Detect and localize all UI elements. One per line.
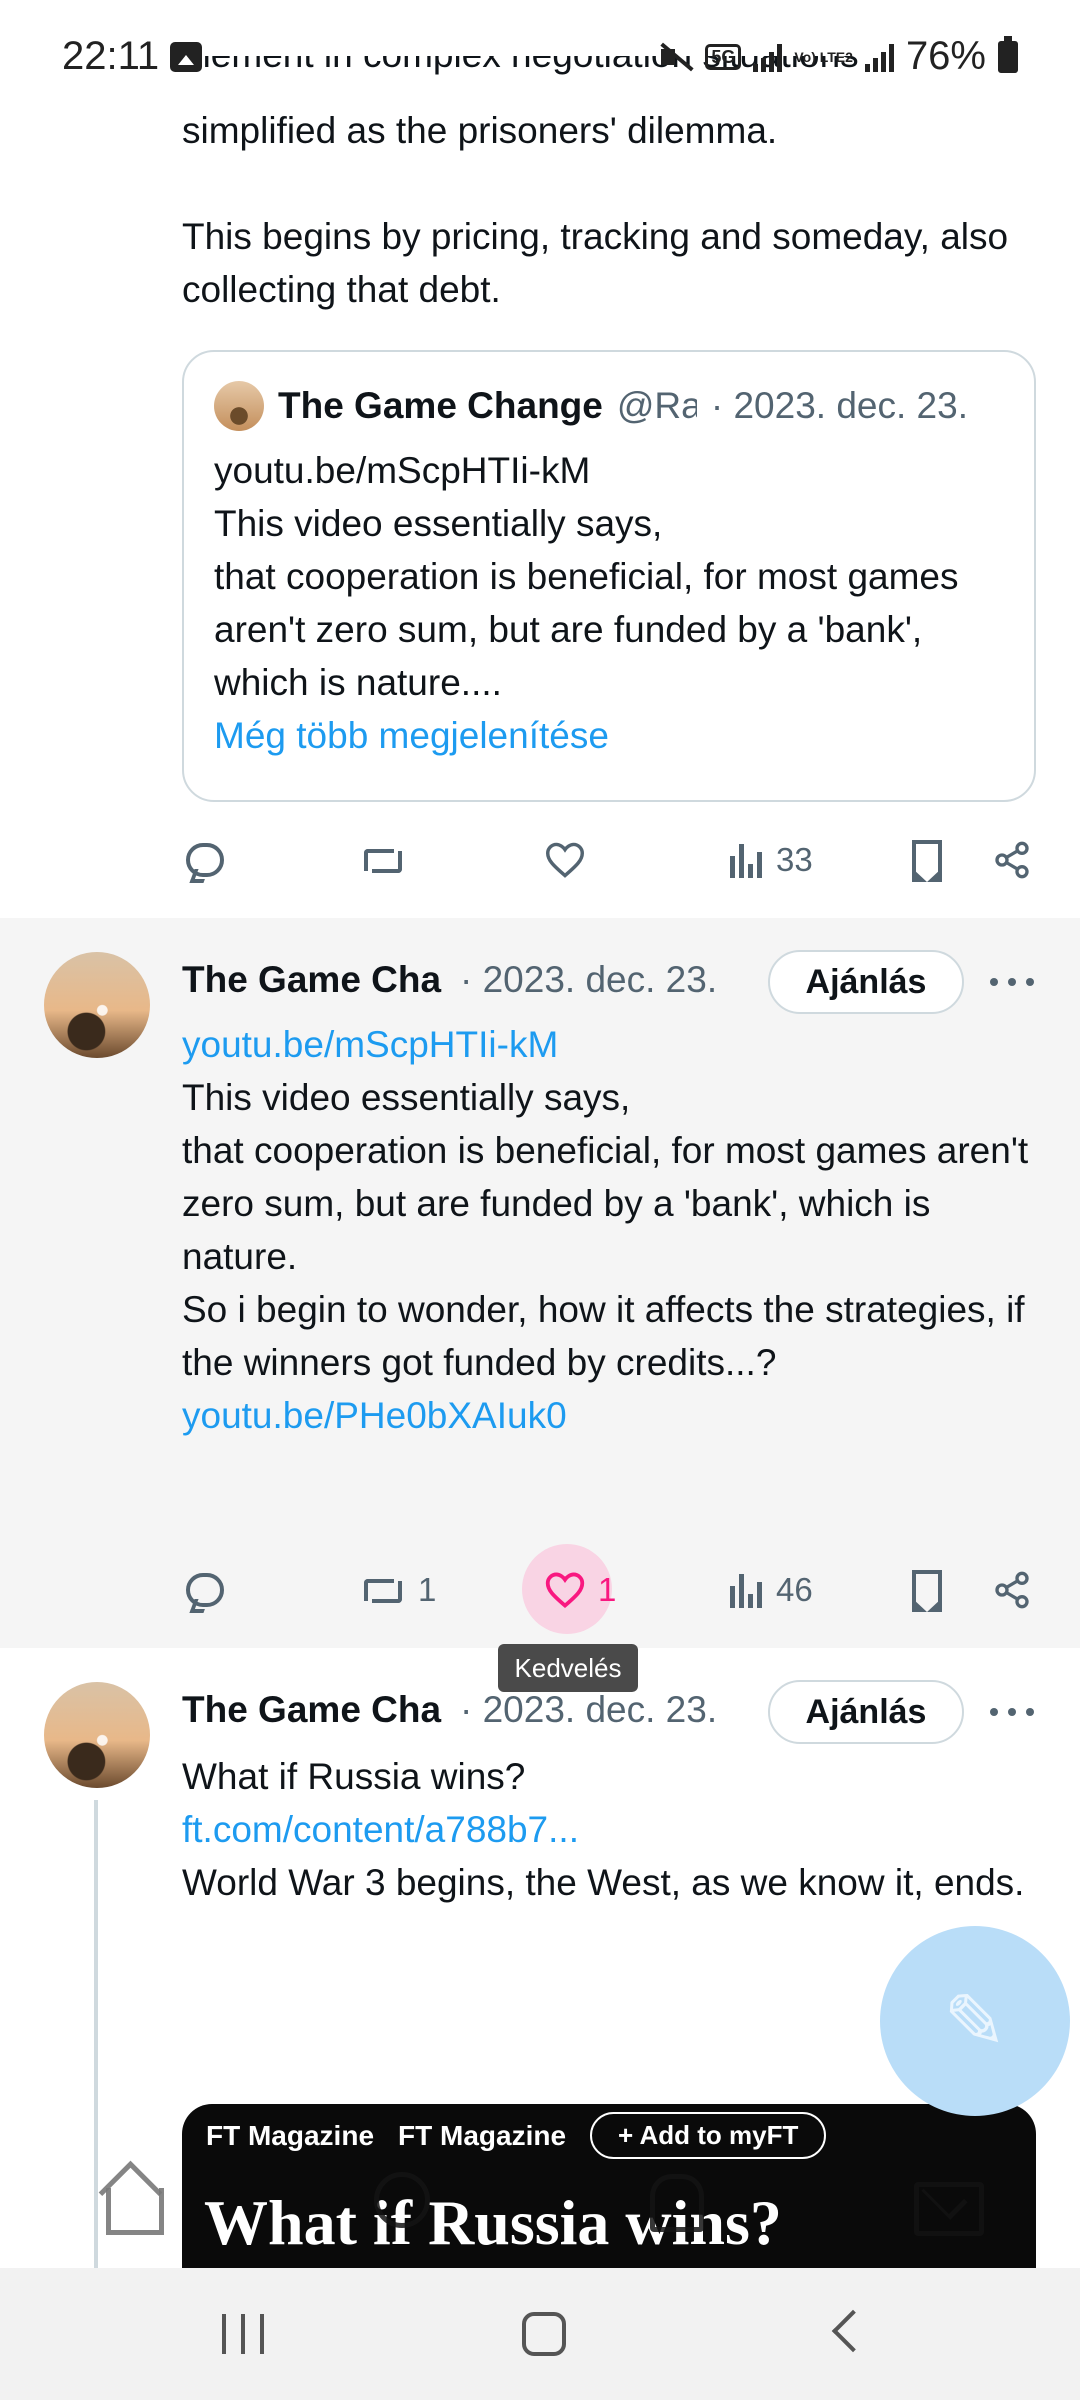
quote-date: · 2023. dec. 23.	[710, 385, 968, 426]
like-tooltip: Kedvelés	[498, 1644, 638, 1692]
notifications-tab-icon[interactable]	[640, 2168, 710, 2238]
home-button[interactable]	[522, 2312, 566, 2356]
bookmark-button[interactable]	[912, 1560, 942, 1620]
reply-icon	[186, 1573, 224, 1607]
signal-2-icon	[864, 42, 894, 72]
tweet3-more-button[interactable]	[990, 1702, 1034, 1722]
tweet2-more-button[interactable]	[990, 972, 1034, 992]
signal-icon	[753, 42, 783, 72]
status-icons: 5G Vo) LTE2 76%	[657, 34, 1018, 79]
status-bar: 22:11 5G Vo) LTE2 76%	[0, 0, 1080, 118]
views-icon	[730, 1572, 764, 1608]
tweet3-recommend-button[interactable]: Ajánlás	[768, 1680, 964, 1744]
like-button[interactable]: 1	[544, 1560, 616, 1620]
tweet1-text: simplified as the prisoners' dilemma. Th…	[182, 110, 1009, 310]
views-button[interactable]: 46	[730, 1560, 813, 1620]
share-button[interactable]	[992, 830, 1032, 890]
views-count: 46	[776, 1571, 813, 1608]
quote-header: The Game Change @Ra · 2023. dec. 23.	[214, 376, 1004, 436]
recent-apps-button[interactable]	[222, 2314, 264, 2354]
compose-icon: ✎	[943, 1979, 1007, 2065]
bookmark-icon	[912, 840, 942, 882]
retweet-button[interactable]: 1	[360, 1560, 436, 1620]
show-more-link[interactable]: Még több megjelenítése	[214, 709, 1004, 762]
back-button[interactable]	[831, 2309, 875, 2353]
tweet2-action-bar: 1 1 46	[182, 1560, 1032, 1620]
tweet2-recommend-button[interactable]: Ajánlás	[768, 950, 964, 1014]
tweet2-text: This video essentially says, that cooper…	[182, 1077, 1029, 1383]
views-icon	[730, 842, 764, 878]
bookmark-icon	[912, 1570, 942, 1612]
home-tab-icon[interactable]	[100, 2168, 170, 2238]
battery-level: 76%	[905, 34, 986, 78]
tweet2-body: youtu.be/mScpHTIi-kM This video essentia…	[182, 1018, 1042, 1442]
tweet3-link[interactable]: ft.com/content/a788b7...	[182, 1803, 1042, 1856]
quote-avatar[interactable]	[214, 381, 264, 431]
gallery-notification-icon	[170, 42, 202, 72]
tweet3-date: · 2023. dec. 23.	[460, 1689, 718, 1730]
retweet-count: 1	[418, 1571, 437, 1608]
bottom-tab-bar	[0, 2128, 1080, 2268]
tweet3-text1: What if Russia wins?	[182, 1756, 526, 1797]
views-count: 33	[776, 841, 813, 878]
tweet2-header: The Game Cha · 2023. dec. 23.	[182, 950, 717, 1010]
tweet3-author-name[interactable]: The Game Cha	[182, 1689, 450, 1731]
retweet-icon	[360, 845, 406, 875]
share-button[interactable]	[992, 1560, 1032, 1620]
messages-tab-icon[interactable]	[910, 2168, 984, 2238]
quote-text: This video essentially says, that cooper…	[214, 503, 959, 703]
tweet2-link1[interactable]: youtu.be/mScpHTIi-kM	[182, 1018, 1042, 1071]
quote-author-name[interactable]: The Game Change	[278, 385, 603, 427]
like-button[interactable]	[544, 830, 586, 890]
tweet1-action-bar: 33	[182, 830, 1032, 890]
tweet2-link2[interactable]: youtu.be/PHe0bXAIuk0	[182, 1389, 1042, 1442]
volte-icon: Vo) LTE2	[794, 48, 853, 65]
tweet3-avatar[interactable]	[44, 1682, 150, 1788]
reply-button[interactable]	[186, 1560, 224, 1620]
share-icon	[992, 840, 1032, 880]
quote-author-handle[interactable]: @Ra	[617, 385, 697, 427]
search-tab-icon[interactable]	[368, 2168, 438, 2238]
network-5g-icon: 5G	[705, 43, 742, 70]
reply-icon	[186, 843, 224, 877]
battery-icon	[998, 35, 1018, 73]
quoted-tweet[interactable]: The Game Change @Ra · 2023. dec. 23. you…	[182, 350, 1036, 802]
tweet2-author-name[interactable]: The Game Cha	[182, 959, 450, 1001]
heart-icon	[544, 1571, 586, 1609]
tweet3-text2: World War 3 begins, the West, as we know…	[182, 1862, 1025, 1903]
clock: 22:11	[62, 34, 160, 78]
mute-icon	[657, 39, 693, 75]
compose-fab[interactable]: ✎	[880, 1926, 1070, 2116]
tweet3-body: What if Russia wins? ft.com/content/a788…	[182, 1750, 1042, 1909]
reply-button[interactable]	[186, 830, 224, 890]
views-button[interactable]: 33	[730, 830, 813, 890]
retweet-button[interactable]	[360, 830, 406, 890]
tweet2-avatar[interactable]	[44, 952, 150, 1058]
system-nav-bar	[0, 2268, 1080, 2400]
tweet2-date: · 2023. dec. 23.	[460, 959, 718, 1000]
like-count: 1	[598, 1571, 617, 1608]
quote-link[interactable]: youtu.be/mScpHTIi-kM	[214, 444, 1004, 497]
bookmark-button[interactable]	[912, 830, 942, 890]
share-icon	[992, 1570, 1032, 1610]
heart-icon	[544, 841, 586, 879]
retweet-icon	[360, 1575, 406, 1605]
